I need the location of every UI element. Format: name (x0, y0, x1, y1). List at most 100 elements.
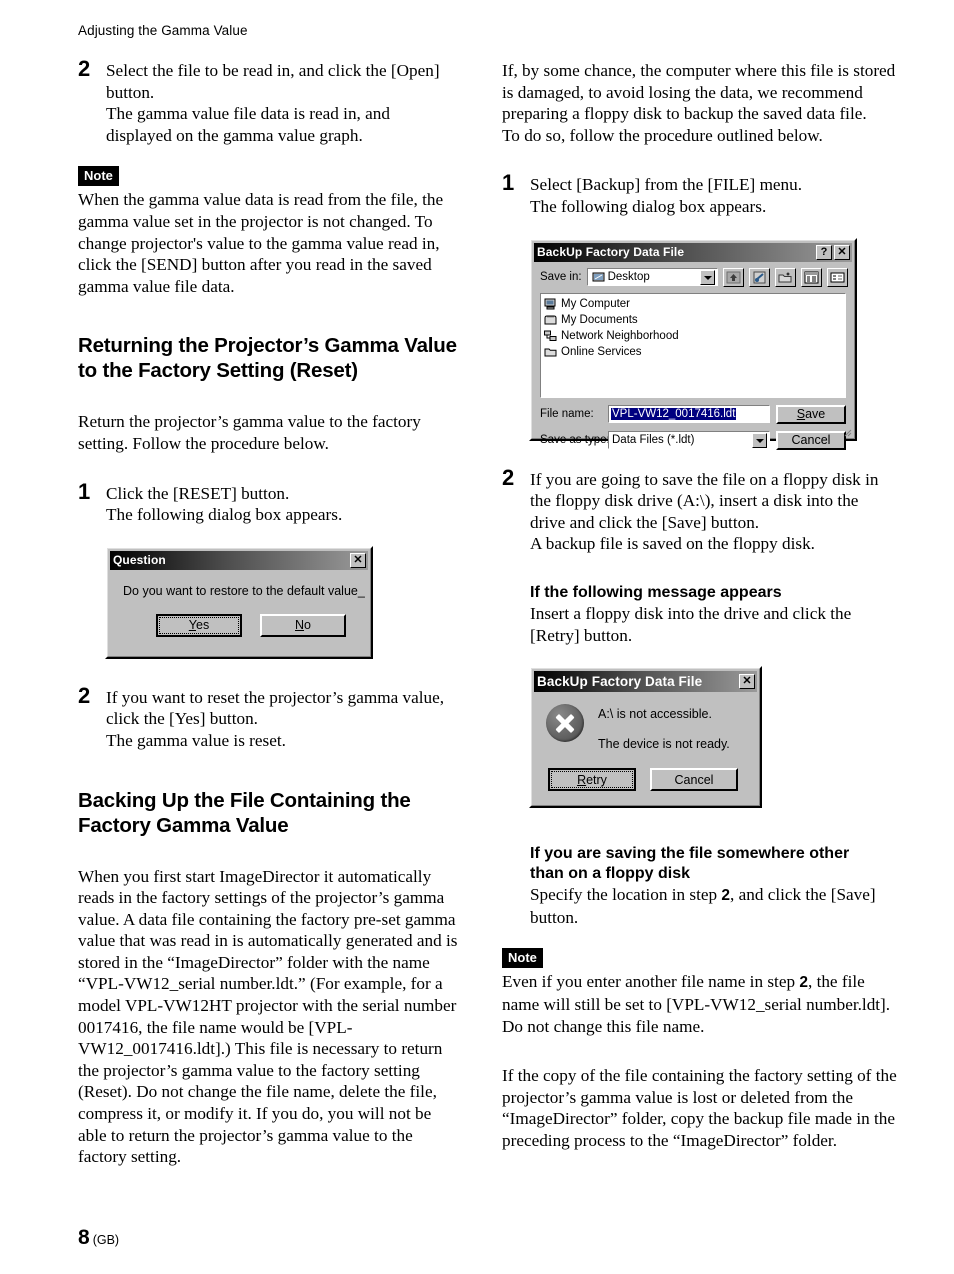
dialog-button-row: Yes No (156, 613, 368, 637)
step-line: The gamma value is reset. (106, 730, 286, 750)
list-view-icon[interactable] (801, 267, 822, 287)
note-tag: Note (502, 948, 543, 969)
error-dialog[interactable]: BackUp Factory Data File ✕ A:\ is not ac… (529, 666, 762, 809)
step-number: 2 (502, 464, 515, 490)
message-text: Insert a floppy disk into the drive and … (530, 603, 852, 645)
step-line: the floppy disk drive (A:\), insert a di… (530, 491, 859, 511)
note-text: Even if you enter another file name in s… (502, 971, 897, 1037)
file-list[interactable]: My Computer My Documents Network Neighbo… (540, 292, 846, 398)
step-line: If you want to reset the projector’s gam… (106, 687, 445, 707)
computer-icon (544, 298, 557, 310)
closing-paragraph: If the copy of the file containing the f… (502, 1066, 897, 1150)
step-line: Click the [RESET] button. (106, 483, 290, 503)
folder-icon (544, 346, 557, 358)
text-part-a: Even if you enter another file name in s… (502, 972, 800, 992)
list-item-label: My Documents (561, 313, 638, 326)
other-location-section: If you are saving the file somewhere oth… (502, 844, 897, 928)
close-icon[interactable]: ✕ (350, 552, 366, 568)
error-message-area: A:\ is not accessible. The device is not… (546, 704, 757, 752)
message-section: If the following message appears Insert … (502, 583, 897, 646)
list-item[interactable]: My Documents (544, 313, 845, 328)
retry-button[interactable]: Retry (548, 768, 636, 792)
close-icon[interactable]: ✕ (834, 244, 850, 260)
text-part-a: Specify the location in step (530, 885, 722, 905)
heading-saving-elsewhere: If you are saving the file somewhere oth… (530, 844, 897, 884)
list-item[interactable]: My Computer (544, 297, 845, 312)
details-view-icon[interactable] (827, 267, 848, 287)
dialog-title: BackUp Factory Data File (537, 245, 685, 260)
step-line: If you are going to save the file on a f… (530, 469, 879, 489)
note-block-1: Note When the gamma value data is read f… (78, 166, 458, 297)
no-button[interactable]: No (260, 613, 346, 637)
step-body: Select the file to be read in, and click… (106, 60, 458, 146)
backup-paragraph: When you first start ImageDirector it au… (78, 866, 458, 1167)
heading-backing-up-file: Backing Up the File Containing the Facto… (78, 788, 411, 837)
step-line: button. (106, 82, 155, 102)
cancel-button-label: Cancel (674, 772, 714, 787)
dialog-title: BackUp Factory Data File (537, 673, 703, 689)
note-block-2: Note Even if you enter another file name… (502, 948, 897, 1037)
desktop-icon (592, 271, 605, 284)
step-line: Select the file to be read in, and click… (106, 61, 440, 80)
yes-button[interactable]: Yes (156, 613, 242, 637)
help-icon[interactable]: ? (816, 244, 832, 260)
save-button[interactable]: Save (776, 404, 846, 424)
heading-line-2: than on a floppy disk (530, 865, 691, 883)
save-in-label: Save in: (540, 271, 582, 284)
step-confirm-reset: 2 If you want to reset the projector’s g… (78, 682, 458, 752)
close-icon[interactable]: ✕ (739, 674, 755, 690)
save-button-label: Save (796, 407, 826, 422)
file-name-input[interactable]: VPL-VW12_0017416.ldt (608, 405, 770, 424)
manual-page: Adjusting the Gamma Value 2 Select the f… (0, 0, 954, 1274)
dialog-message: Do you want to restore to the default va… (123, 583, 365, 598)
heading-line-1: If you are saving the file somewhere oth… (530, 845, 850, 863)
chevron-down-icon[interactable] (700, 270, 715, 286)
resize-grip-icon[interactable] (842, 427, 852, 437)
step-number: 1 (502, 170, 515, 196)
cancel-button[interactable]: Cancel (776, 430, 846, 450)
focus-ring (159, 616, 239, 634)
step-line: drive and click the [Save] button. (530, 512, 760, 532)
save-as-type-dropdown[interactable]: Data Files (*.ldt) (608, 431, 770, 450)
step-line: The gamma value file data is read in, an… (106, 104, 390, 124)
step-line: The following dialog box appears. (106, 505, 343, 525)
list-item-label: Network Neighborhood (561, 329, 679, 342)
step-click-reset: 1 Click the [RESET] button. The followin… (78, 480, 458, 526)
create-new-folder-icon[interactable] (775, 267, 796, 287)
step-body: Click the [RESET] button. The following … (106, 483, 458, 526)
page-footer: 8 (GB) (78, 1226, 119, 1250)
page-number: 8 (78, 1226, 90, 1249)
up-one-level-icon[interactable] (723, 267, 744, 287)
step-number: 2 (78, 682, 91, 708)
backup-save-dialog[interactable]: BackUp Factory Data File ? ✕ Save in: De… (529, 237, 857, 450)
list-item[interactable]: Network Neighborhood (544, 329, 845, 344)
list-item[interactable]: Online Services (544, 345, 845, 360)
save-in-row: Save in: Desktop (540, 267, 848, 287)
no-button-label: No (295, 618, 311, 633)
right-column: If, by some chance, the computer where t… (502, 60, 897, 1151)
dialog-title: Question (113, 553, 166, 568)
go-to-last-folder-icon[interactable] (749, 267, 770, 287)
question-dialog[interactable]: Question ✕ Do you want to restore to the… (105, 545, 373, 659)
save-in-dropdown[interactable]: Desktop (586, 268, 718, 287)
step-line: click the [Yes] button. (106, 709, 258, 729)
step-line: Select [Backup] from the [FILE] menu. (530, 175, 803, 195)
step-line: The following dialog box appears. (530, 196, 767, 216)
note-text: When the gamma value data is read from t… (78, 190, 444, 296)
dialog-button-row: Retry Cancel (548, 768, 757, 792)
save-as-type-row: Save as type: Data Files (*.ldt) Cancel (540, 430, 846, 450)
list-item-label: My Computer (561, 297, 631, 310)
step-body: If you are going to save the file on a f… (530, 469, 897, 555)
step-ref: 2 (721, 887, 731, 905)
chevron-down-icon[interactable] (752, 433, 767, 449)
cancel-button[interactable]: Cancel (650, 768, 738, 792)
note-tag: Note (78, 166, 119, 187)
save-as-type-value: Data Files (*.ldt) (612, 434, 695, 447)
file-name-label: File name: (540, 408, 594, 421)
save-as-type-label: Save as type: (540, 434, 610, 447)
step-select-backup: 1 Select [Backup] from the [FILE] menu. … (502, 170, 897, 217)
documents-folder-icon (544, 314, 557, 326)
error-x-icon (546, 704, 584, 743)
left-column: 2 Select the file to be read in, and cli… (78, 58, 458, 1168)
dialog-titlebar: BackUp Factory Data File ✕ (534, 671, 757, 693)
